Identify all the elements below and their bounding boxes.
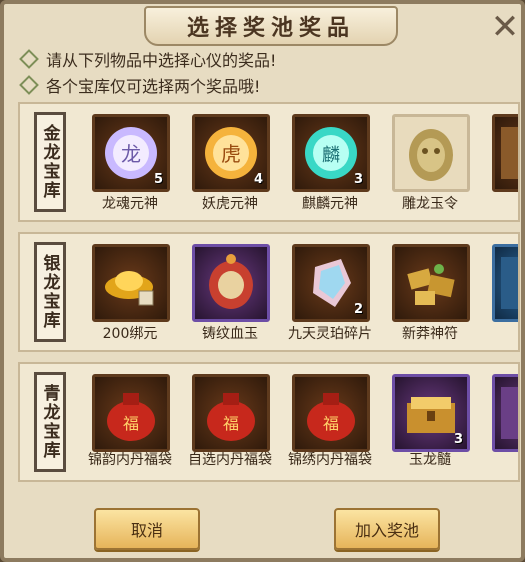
reward-pool-dialog: 选择奖池奖品 ✕ 请从下列物品中选择心仪的奖品! 各个宝库仅可选择两个奖品哦! … [0,0,525,562]
item-slot-partial[interactable] [492,374,518,452]
item-slot[interactable]: 麟 3 [292,114,370,192]
blood-jade-icon [209,254,253,309]
item-name: 自选内丹福袋 [188,452,272,468]
vault-label: 银龙宝库 [34,242,66,342]
item-name: 保 [482,196,518,213]
partial-item-icon [501,257,518,309]
note-text-1: 请从下列物品中选择心仪的奖品! [46,51,277,70]
item-slot[interactable] [392,114,470,192]
item-name: 雕龙玉令 [402,196,458,212]
item-name: 九天灵珀碎片 [288,326,372,342]
item-name: 铸纹血玉 [202,326,258,342]
vault-row-silver: 银龙宝库 200绑元 铸纹血玉 2 九天灵珀碎片 新莽神符 [18,232,520,352]
svg-text:福: 福 [123,414,139,433]
svg-text:麟: 麟 [322,145,340,166]
lucky-bag-icon: 福 [207,393,255,441]
item-slot[interactable]: 龙 5 [92,114,170,192]
item-slot[interactable] [192,244,270,322]
note-text-2: 各个宝库仅可选择两个奖品哦! [46,77,261,96]
item-slot[interactable] [92,244,170,322]
item-name: 妖虎元神 [202,196,258,212]
title-bar: 选择奖池奖品 [144,6,398,46]
note-line-1: 请从下列物品中选择心仪的奖品! [19,48,277,70]
item-slot[interactable]: 福 [292,374,370,452]
item-slot[interactable] [392,244,470,322]
item-slot-partial[interactable] [492,244,518,322]
item-name: 玉龙髓 [409,452,451,468]
partial-item-icon [501,127,518,179]
item-name: 200绑元 [102,326,158,342]
vault-row-azure: 青龙宝库 福 锦韵内丹福袋 福 自选内丹福袋 福 锦绣内丹福袋 3 玉龙髓 [18,362,520,482]
close-icon[interactable]: ✕ [488,7,522,47]
item-name: 锦绣内丹福袋 [288,452,372,468]
note-line-2: 各个宝库仅可选择两个奖品哦! [19,74,261,96]
svg-text:福: 福 [223,414,239,433]
item-slot[interactable]: 福 [192,374,270,452]
vault-row-gold: 金龙宝库 龙 5 龙魂元神 虎 4 妖虎元神 麟 3 麒麟元神 雕龙玉令 保 [18,102,520,222]
item-slot[interactable]: 福 [92,374,170,452]
gold-ingot-icon [105,271,154,306]
item-name: 锦韵内丹福袋 [88,452,172,468]
item-name: 新莽神符 [402,326,458,342]
svg-text:龙: 龙 [121,142,141,166]
partial-item-icon [501,387,518,439]
item-name: 麒麟元神 [302,196,358,212]
svg-text:福: 福 [323,414,339,433]
jade-token-icon [409,129,453,181]
dialog-title: 选择奖池奖品 [186,15,355,41]
item-slot[interactable]: 虎 4 [192,114,270,192]
item-name: 龙魂元神 [102,196,158,212]
item-slot-partial[interactable] [492,114,518,192]
vault-label: 金龙宝库 [34,112,66,212]
lucky-bag-icon: 福 [107,393,155,441]
lucky-bag-icon: 福 [307,393,355,441]
diamond-bullet-icon [19,75,39,95]
add-to-pool-button[interactable]: 加入奖池 [334,508,440,550]
svg-text:虎: 虎 [221,142,241,166]
item-slot[interactable]: 2 [292,244,370,322]
talisman-icon [407,264,455,305]
item-slot[interactable]: 3 [392,374,470,452]
diamond-bullet-icon [19,49,39,69]
cancel-button[interactable]: 取消 [94,508,200,550]
vault-label: 青龙宝库 [34,372,66,472]
